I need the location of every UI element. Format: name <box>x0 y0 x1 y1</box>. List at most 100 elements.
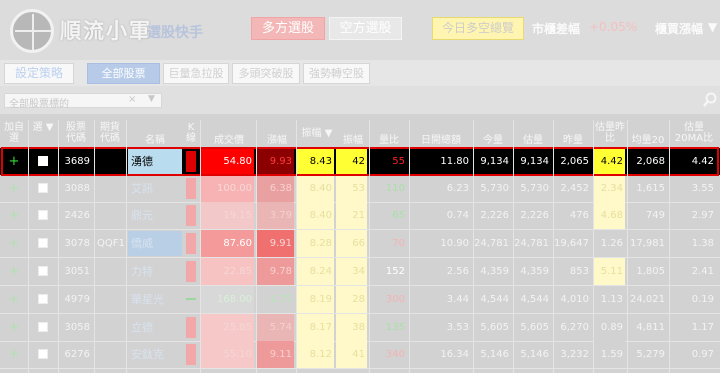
select-checkbox[interactable] <box>38 210 48 220</box>
stock-universe-select[interactable]: 全部股票標的 × ▼ <box>4 93 162 110</box>
strategy-setting-button[interactable]: 設定策略 <box>4 63 74 84</box>
long-select-button[interactable]: 多方選股 <box>251 17 325 40</box>
stock-name[interactable]: 安鈦克 <box>128 342 182 367</box>
change-value: 6.38 <box>256 175 294 202</box>
col-header-code[interactable]: 股票代碼 <box>62 122 90 144</box>
tab-volume-surge[interactable]: 巨量急拉股 <box>163 63 229 84</box>
col-header-est-prev-ratio[interactable]: 估量昨比 <box>594 122 626 144</box>
kline-candle-icon <box>186 151 196 172</box>
rank-sort-dropdown[interactable]: 櫃買漲幅 <box>655 20 703 37</box>
grid-divider <box>28 120 29 373</box>
price-value: 87.60 <box>200 230 254 257</box>
search-icon[interactable] <box>703 92 717 108</box>
stock-name[interactable]: 力特 <box>128 259 182 284</box>
select-checkbox[interactable] <box>38 322 48 332</box>
table-row[interactable]: +3088 艾訊 100.00 6.38 8.40 53 110 6.23 5,730 5,730… <box>0 175 720 202</box>
ma20-ratio-value: 1.38 <box>691 238 714 249</box>
col-header-change[interactable]: 漲幅 <box>258 135 296 146</box>
add-watchlist-button[interactable]: + <box>3 286 25 313</box>
market-diff-value: +0.05% <box>589 20 638 34</box>
col-header-volume-ratio[interactable]: 量比 <box>370 135 408 146</box>
ma20-ratio-value: 2.41 <box>691 266 714 277</box>
tab-all-stocks[interactable]: 全部股票 <box>87 63 160 84</box>
amplitude-value: 8.43 <box>296 148 334 175</box>
col-header-ma20[interactable]: 均量20 <box>628 135 668 146</box>
chevron-down-icon[interactable]: ▼ <box>708 20 717 34</box>
ma20-value: 4,811 <box>636 322 665 333</box>
grid-divider <box>593 120 594 373</box>
stock-name[interactable]: 立德 <box>128 315 182 340</box>
today-volume-value: 5,146 <box>480 349 509 360</box>
app-logo-text: 順流小軍 <box>60 19 152 43</box>
table-row[interactable]: +3078 QQF1 僑威 87.60 9.91 8.28 66 70 10.90 24,781 2… <box>0 230 720 257</box>
add-watchlist-button[interactable]: + <box>3 148 25 175</box>
col-header-turnover[interactable]: 日開總額 <box>410 135 472 146</box>
add-watchlist-button[interactable]: + <box>3 314 25 341</box>
col-header-ma20-ratio[interactable]: 估量20MA比 <box>670 122 718 144</box>
volume-ratio-value: 70 <box>392 238 405 249</box>
col-header-futures[interactable]: 期貨代碼 <box>96 122 124 144</box>
stock-name[interactable]: 華星光 <box>128 287 182 312</box>
stock-name[interactable]: 鼎元 <box>128 203 182 228</box>
volume-ratio-value: 135 <box>385 322 405 333</box>
volume-ratio-value: 55 <box>392 156 405 167</box>
kline-candle-icon <box>186 344 196 365</box>
change-value: 9.11 <box>256 341 294 368</box>
table-row[interactable]: +3689 湧德 54.80 9.93 8.43 42 55 11.80 9,134 9,134 2… <box>0 148 720 175</box>
select-checkbox[interactable] <box>38 183 48 193</box>
price-value: 54.80 <box>200 148 254 175</box>
add-watchlist-button[interactable]: + <box>3 175 25 202</box>
kline-candle-icon <box>186 317 196 338</box>
est-prev-ratio-value: 0.89 <box>593 314 625 341</box>
short-select-button[interactable]: 空方選股 <box>329 17 402 40</box>
col-header-today-volume[interactable]: 今量 <box>474 135 512 146</box>
add-watchlist-button[interactable]: + <box>3 230 25 257</box>
table-row[interactable]: +6276 安鈦克 55.10 9.11 8.12 41 340 16.34 5,146 5,14… <box>0 341 720 368</box>
table-row[interactable]: +2426 鼎元 19.15 3.79 8.40 21 65 0.74 2,226 2,226 47… <box>0 202 720 229</box>
stock-code: 4979 <box>64 294 90 305</box>
clear-icon[interactable]: × <box>128 94 136 105</box>
est-volume-value: 5,146 <box>520 349 549 360</box>
stock-code: 3088 <box>64 183 90 194</box>
grid-divider <box>513 120 514 373</box>
col-header-prev-volume[interactable]: 昨量 <box>554 135 592 146</box>
col-header-name[interactable]: 名稱 <box>128 135 182 146</box>
tab-bull-breakout[interactable]: 多頭突破股 <box>232 63 300 84</box>
col-header-price[interactable]: 成交價 <box>202 135 256 146</box>
market-diff-label: 市櫃差幅 <box>532 22 581 36</box>
tab-strong-to-bear[interactable]: 強勢轉空股 <box>303 63 370 84</box>
add-watchlist-button[interactable]: + <box>3 202 25 229</box>
stock-name[interactable]: 艾訊 <box>128 176 182 201</box>
col-header-add[interactable]: 加自選 <box>3 122 25 144</box>
col-header-kline[interactable]: K線 <box>183 122 199 144</box>
col-header-est-volume[interactable]: 估量 <box>514 135 552 146</box>
stock-name[interactable]: 湧德 <box>128 149 182 174</box>
col-header-select[interactable]: 選 ▼ <box>31 122 55 133</box>
add-watchlist-button[interactable]: + <box>3 258 25 285</box>
stock-code: 2426 <box>64 210 90 221</box>
stock-name[interactable]: 僑威 <box>128 231 182 256</box>
amplitude2-value: 66 <box>336 230 367 257</box>
est-volume-value: 4,359 <box>520 266 549 277</box>
chevron-down-icon[interactable]: ▼ <box>148 94 155 104</box>
add-watchlist-button[interactable]: + <box>3 341 25 368</box>
select-checkbox[interactable] <box>38 238 48 248</box>
today-volume-value: 4,544 <box>480 294 509 305</box>
strategy-toolbar: 設定策略 全部股票 巨量急拉股 多頭突破股 強勢轉空股 <box>0 60 720 86</box>
volume-ratio-value: 340 <box>385 349 405 360</box>
select-checkbox[interactable] <box>38 349 48 359</box>
futures-code <box>94 202 126 229</box>
kline-candle-icon <box>186 233 196 254</box>
today-overview-button[interactable]: 今日多空總覽 <box>432 17 524 40</box>
select-checkbox[interactable] <box>38 266 48 276</box>
amplitude-value: 8.19 <box>296 286 334 313</box>
col-header-amplitude-sort[interactable]: 振幅 ▼ <box>297 128 337 139</box>
select-checkbox[interactable] <box>38 156 48 166</box>
col-header-amplitude[interactable]: 振幅 <box>337 135 369 146</box>
table-row[interactable]: +3051 力特 22.85 9.78 8.24 34 152 2.56 4,359 4,359 8… <box>0 258 720 285</box>
app-header: 順流小軍 選股快手 多方選股 空方選股 今日多空總覽 市櫃差幅 +0.05% 櫃… <box>0 0 720 60</box>
select-checkbox[interactable] <box>38 294 48 304</box>
table-row[interactable]: +4979 華星光 168.00 -1.75 8.19 28 300 3.44 4,544 4,5… <box>0 286 720 313</box>
logo-icon <box>10 9 54 53</box>
table-row[interactable]: +3058 立德 25.85 5.74 8.17 38 135 3.53 5,605 5,605 6… <box>0 314 720 341</box>
